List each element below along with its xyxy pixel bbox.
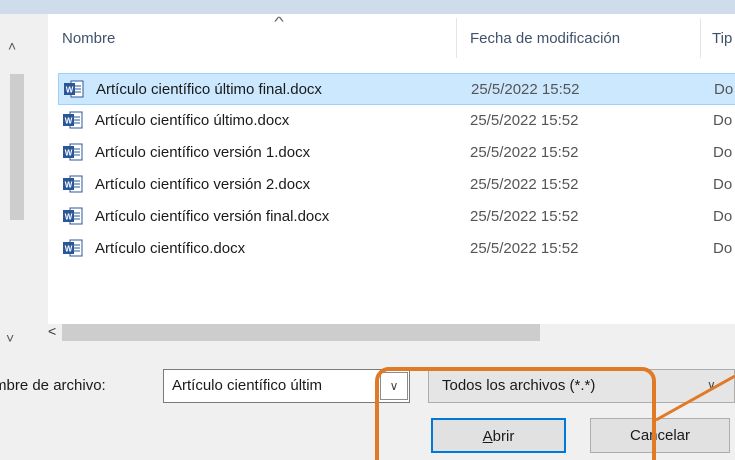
svg-text:W: W: [65, 149, 73, 158]
file-date: 25/5/2022 15:52: [470, 144, 579, 161]
sort-caret-icon: ^: [274, 14, 284, 29]
column-header: ^ Nombre Fecha de modificación Tip: [48, 14, 735, 58]
word-document-icon: W: [63, 207, 83, 225]
horizontal-scroll-thumb[interactable]: [62, 324, 540, 341]
window-backdrop: [0, 0, 735, 14]
file-name: Artículo científico.docx: [95, 240, 246, 257]
word-document-icon: W: [64, 80, 84, 98]
filename-label: mbre de archivo:: [0, 377, 106, 394]
column-type[interactable]: Tip: [712, 30, 732, 47]
word-document-icon: W: [63, 111, 83, 129]
file-type: Do: [714, 81, 734, 98]
file-name: Artículo científico versión final.docx: [95, 208, 330, 225]
nav-scroll-up-icon[interactable]: ˄: [8, 38, 16, 54]
word-document-icon: W: [63, 239, 83, 257]
svg-text:W: W: [65, 213, 73, 222]
file-type: Do: [713, 208, 733, 225]
annotation-callout-line: [655, 374, 735, 422]
file-date: 25/5/2022 15:52: [470, 208, 579, 225]
file-name: Artículo científico último final.docx: [96, 81, 322, 98]
file-row[interactable]: W Artículo científico último.docx 25/5/2…: [58, 105, 735, 137]
column-separator[interactable]: [456, 18, 457, 58]
chevron-left-icon[interactable]: <: [48, 323, 56, 339]
file-row[interactable]: W Artículo científico último final.docx …: [58, 73, 735, 105]
file-type: Do: [713, 176, 733, 193]
column-date[interactable]: Fecha de modificación: [470, 30, 620, 47]
svg-text:W: W: [65, 245, 73, 254]
file-type: Do: [713, 112, 733, 129]
svg-text:W: W: [65, 181, 73, 190]
nav-scrollbar[interactable]: [10, 74, 24, 220]
file-name: Artículo científico versión 2.docx: [95, 176, 311, 193]
file-type: Do: [713, 240, 733, 257]
navigation-pane: ˄: [0, 14, 48, 340]
word-document-icon: W: [63, 175, 83, 193]
column-separator[interactable]: [700, 18, 701, 58]
svg-text:W: W: [65, 117, 73, 126]
nav-scroll-down-icon[interactable]: ˅: [6, 330, 14, 346]
horizontal-scrollbar[interactable]: <: [48, 323, 735, 341]
file-row[interactable]: W Artículo científico versión final.docx…: [58, 201, 735, 233]
file-name: Artículo científico versión 1.docx: [95, 144, 311, 161]
filename-value[interactable]: Artículo científico últim: [172, 377, 372, 394]
annotation-highlight: [375, 367, 656, 460]
file-date: 25/5/2022 15:52: [470, 240, 579, 257]
file-name: Artículo científico último.docx: [95, 112, 290, 129]
file-date: 25/5/2022 15:52: [470, 176, 579, 193]
file-type: Do: [713, 144, 733, 161]
file-row[interactable]: W Artículo científico versión 2.docx 25/…: [58, 169, 735, 201]
svg-text:W: W: [66, 86, 74, 95]
file-date: 25/5/2022 15:52: [471, 81, 580, 98]
file-row[interactable]: W Artículo científico.docx 25/5/2022 15:…: [58, 233, 735, 265]
word-document-icon: W: [63, 143, 83, 161]
file-list-pane: ^ Nombre Fecha de modificación Tip W Art…: [48, 14, 735, 341]
file-date: 25/5/2022 15:52: [470, 112, 579, 129]
column-name[interactable]: Nombre: [62, 30, 115, 47]
file-row[interactable]: W Artículo científico versión 1.docx 25/…: [58, 137, 735, 169]
filename-field[interactable]: Artículo científico últim ∨: [163, 369, 410, 403]
